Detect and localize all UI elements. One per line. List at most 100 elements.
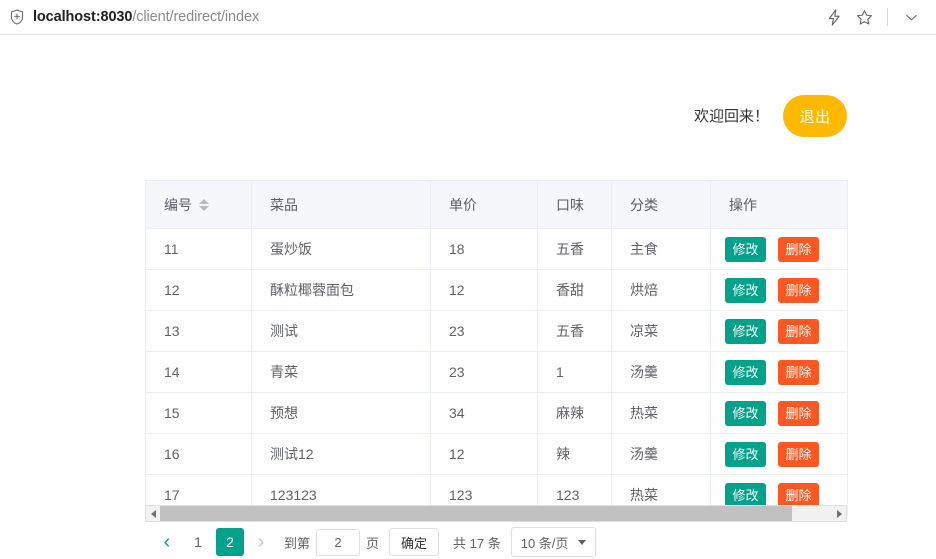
delete-button[interactable]: 删除: [778, 359, 819, 385]
cell-flavor: 麻辣: [537, 392, 612, 434]
column-header-category: 分类: [611, 180, 711, 229]
cell-id: 13: [145, 310, 252, 352]
lightning-icon[interactable]: [819, 2, 849, 32]
cell-id: 15: [145, 392, 252, 434]
edit-button[interactable]: 修改: [725, 359, 766, 385]
cell-price: 23: [430, 351, 538, 393]
pagination-page-2[interactable]: 2: [216, 528, 244, 556]
cell-name: 青菜: [251, 351, 431, 393]
pagination: ‹ 1 2 › 到第 页 确定 共 17 条 10 条/页: [152, 525, 597, 559]
cell-category: 汤羹: [611, 433, 711, 475]
address-bar[interactable]: localhost:8030/client/redirect/index: [0, 8, 819, 26]
cell-operations: 修改 删除: [710, 228, 848, 270]
browser-action-group: [819, 2, 936, 32]
column-header-operations: 操作: [710, 180, 848, 229]
pagination-next-button[interactable]: ›: [246, 528, 276, 556]
table-row: 11 蛋炒饭 18 五香 主食 修改 删除: [145, 228, 848, 270]
cell-operations: 修改 删除: [710, 392, 848, 434]
cell-id: 14: [145, 351, 252, 393]
cell-operations: 修改 删除: [710, 351, 848, 393]
logout-button[interactable]: 退出: [783, 95, 847, 137]
scroll-right-arrow-icon[interactable]: [832, 506, 846, 521]
edit-button[interactable]: 修改: [725, 482, 766, 508]
cell-flavor: 香甜: [537, 269, 612, 311]
edit-button[interactable]: 修改: [725, 441, 766, 467]
pagination-confirm-button[interactable]: 确定: [389, 528, 440, 556]
cell-name: 预想: [251, 392, 431, 434]
cell-id: 16: [145, 433, 252, 475]
dish-table: 编号 菜品 单价 口味 分类 操作 11 蛋炒饭 18 五香 主食 修改 删除 12 酥粒椰蓉面…: [145, 180, 848, 516]
cell-price: 18: [430, 228, 538, 270]
delete-button[interactable]: 删除: [778, 236, 819, 262]
column-header-name: 菜品: [251, 180, 431, 229]
page-content: 欢迎回来！ 退出 编号 菜品 单价 口味 分类 操作 11 蛋炒饭 18 五香 …: [0, 35, 936, 557]
cell-id: 11: [145, 228, 252, 270]
welcome-bar: 欢迎回来！ 退出: [0, 95, 847, 137]
delete-button[interactable]: 删除: [778, 400, 819, 426]
star-icon[interactable]: [849, 2, 879, 32]
cell-name: 蛋炒饭: [251, 228, 431, 270]
delete-button[interactable]: 删除: [778, 277, 819, 303]
delete-button[interactable]: 删除: [778, 318, 819, 344]
column-header-id-label: 编号: [164, 196, 192, 213]
table-row: 13 测试 23 五香 凉菜 修改 删除: [145, 310, 848, 352]
sort-caret-icon[interactable]: [199, 198, 209, 211]
url-host: localhost:8030: [33, 9, 133, 25]
url-text: localhost:8030/client/redirect/index: [33, 9, 259, 25]
page-jump-input[interactable]: [316, 528, 361, 556]
table-row: 12 酥粒椰蓉面包 12 香甜 烘焙 修改 删除: [145, 269, 848, 311]
scrollbar-thumb[interactable]: [160, 506, 792, 521]
cell-category: 主食: [611, 228, 711, 270]
table-row: 15 预想 34 麻辣 热菜 修改 删除: [145, 392, 848, 434]
cell-price: 34: [430, 392, 538, 434]
toolbar-divider: [887, 8, 888, 26]
pagination-prev-button[interactable]: ‹: [152, 528, 182, 556]
edit-button[interactable]: 修改: [725, 318, 766, 344]
cell-category: 烘焙: [611, 269, 711, 311]
cell-flavor: 1: [537, 351, 612, 393]
scroll-left-arrow-icon[interactable]: [146, 506, 160, 521]
table-row: 14 青菜 23 1 汤羹 修改 删除: [145, 351, 848, 393]
cell-id: 12: [145, 269, 252, 311]
url-path: /client/redirect/index: [132, 9, 260, 25]
browser-toolbar: localhost:8030/client/redirect/index: [0, 0, 936, 35]
table-header-row: 编号 菜品 单价 口味 分类 操作: [145, 180, 848, 229]
cell-name: 测试: [251, 310, 431, 352]
welcome-text: 欢迎回来！: [693, 107, 769, 125]
cell-price: 12: [430, 433, 538, 475]
delete-button[interactable]: 删除: [778, 441, 819, 467]
cell-price: 12: [430, 269, 538, 311]
cell-price: 23: [430, 310, 538, 352]
pagination-page-1[interactable]: 1: [184, 528, 212, 556]
cell-name: 酥粒椰蓉面包: [251, 269, 431, 311]
page-size-select[interactable]: 10 条/页: [510, 527, 597, 557]
cell-category: 凉菜: [611, 310, 711, 352]
table-head: 编号 菜品 单价 口味 分类 操作: [145, 180, 848, 229]
chevron-down-icon[interactable]: [896, 2, 926, 32]
scrollbar-track[interactable]: [160, 506, 832, 521]
cell-flavor: 辣: [537, 433, 612, 475]
horizontal-scrollbar[interactable]: [145, 505, 847, 522]
shield-plus-icon[interactable]: [8, 8, 26, 26]
page-size-label: 10 条/页: [520, 535, 569, 551]
edit-button[interactable]: 修改: [725, 236, 766, 262]
cell-category: 汤羹: [611, 351, 711, 393]
edit-button[interactable]: 修改: [725, 400, 766, 426]
cell-operations: 修改 删除: [710, 310, 848, 352]
edit-button[interactable]: 修改: [725, 277, 766, 303]
column-header-id[interactable]: 编号: [145, 180, 252, 229]
cell-name: 测试12: [251, 433, 431, 475]
dish-table-container: 编号 菜品 单价 口味 分类 操作 11 蛋炒饭 18 五香 主食 修改 删除 12 酥粒椰蓉面…: [145, 180, 848, 516]
cell-operations: 修改 删除: [710, 269, 848, 311]
cell-category: 热菜: [611, 392, 711, 434]
column-header-price: 单价: [430, 180, 538, 229]
jump-prefix-label: 到第: [284, 535, 311, 551]
cell-flavor: 五香: [537, 228, 612, 270]
column-header-flavor: 口味: [537, 180, 612, 229]
pagination-total-label: 共 17 条: [453, 535, 501, 551]
delete-button[interactable]: 删除: [778, 482, 819, 508]
chevron-down-icon: [578, 539, 587, 545]
jump-suffix-label: 页: [366, 535, 380, 551]
table-row: 16 测试12 12 辣汤羹 修改 删除: [145, 433, 848, 475]
table-body: 11 蛋炒饭 18 五香 主食 修改 删除 12 酥粒椰蓉面包 12 香甜 烘焙 修改 删除 13 测试 23 五…: [145, 228, 848, 516]
